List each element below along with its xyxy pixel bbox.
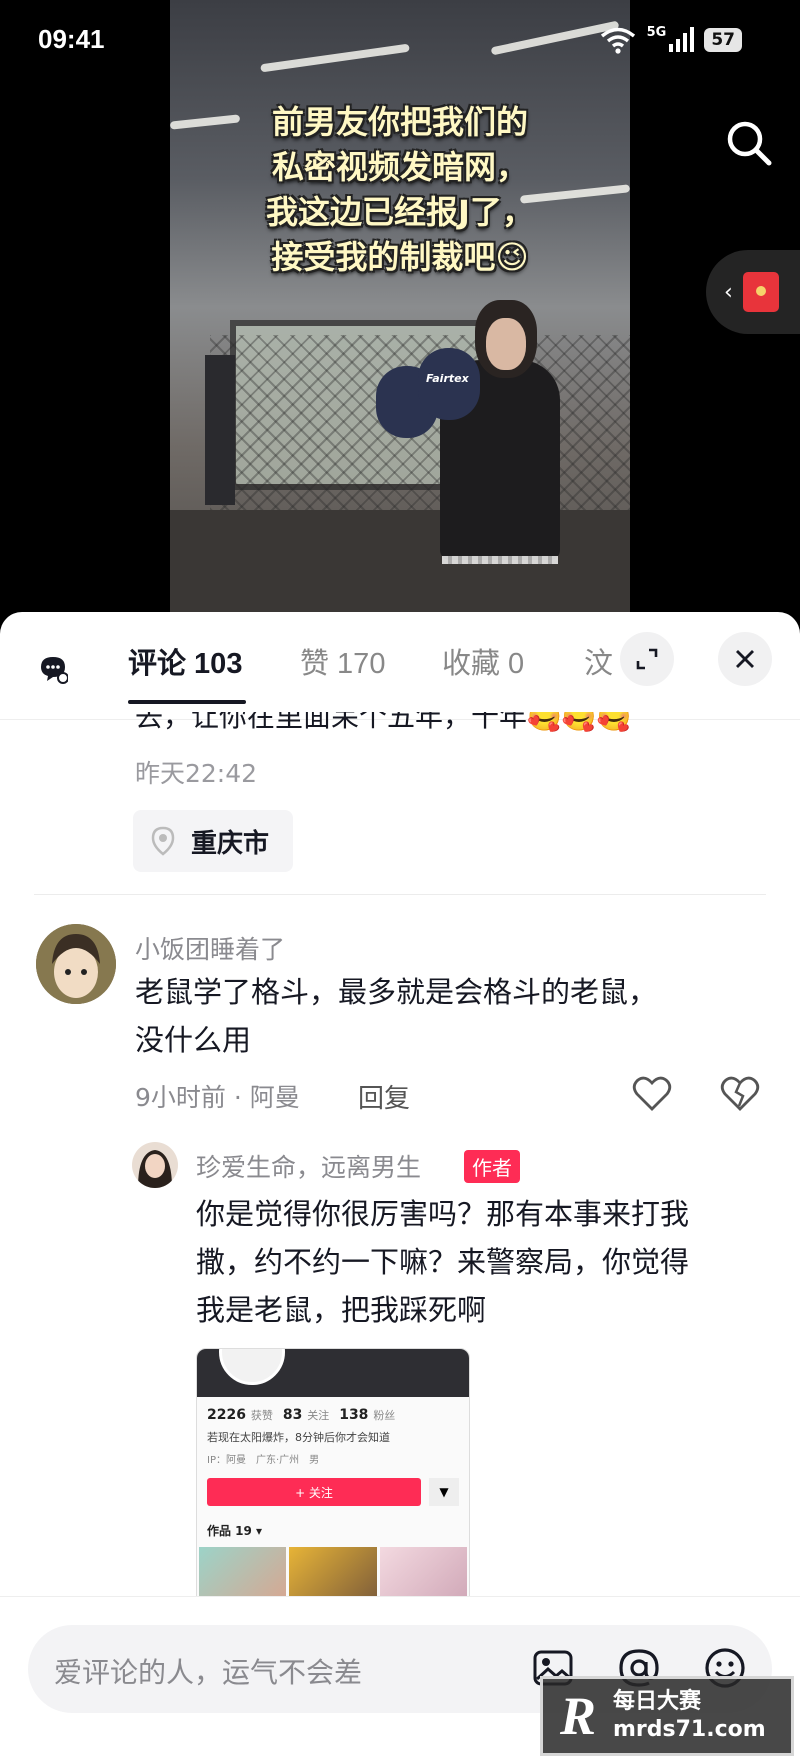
caption-line: 我这边已经报J了， — [266, 193, 534, 231]
status-time: 09:41 — [38, 24, 105, 54]
profile-ip: IP：阿曼 — [207, 1455, 246, 1466]
stat-label: 关注 — [307, 1409, 330, 1422]
reply-line: 你是觉得你很厉害吗？那有本事来打我 — [196, 1197, 690, 1231]
profile-avatar — [219, 1349, 285, 1385]
comment-username[interactable]: 小饭团睡着了 — [135, 930, 285, 966]
previous-comment-line: 去，让你在里面呆个五年，十年🥰🥰🥰 — [135, 712, 632, 733]
tab-likes[interactable]: 赞 170 — [300, 640, 385, 682]
caption-line: 私密视频发暗网， — [271, 148, 528, 186]
active-tab-indicator — [128, 700, 246, 704]
location-label: 重庆市 — [191, 828, 270, 859]
app-screen: Fairtex 前男友你把我们的 私密视频发暗网， 我这边已经报J了， 接受我的… — [0, 0, 800, 1762]
comment-line: 老鼠学了格斗，最多就是会格斗的老鼠， — [135, 975, 658, 1009]
previous-comment-text: 去，让你在里面呆个五年，十年🥰🥰🥰 — [135, 712, 735, 734]
location-chip[interactable]: 重庆市 — [133, 810, 294, 872]
tab-comments[interactable]: 评论 103 — [128, 640, 242, 682]
tab-favorites[interactable]: 收藏 0 — [442, 640, 524, 682]
battery-indicator: 57 — [704, 28, 742, 52]
stat-label: 获赞 — [250, 1409, 273, 1422]
search-icon[interactable] — [724, 118, 774, 168]
caption-line: 接受我的制裁吧😉 — [271, 238, 529, 276]
profile-follow-button: + 关注 — [207, 1478, 421, 1506]
close-button[interactable] — [718, 632, 772, 686]
comment-settings-icon[interactable] — [38, 654, 68, 684]
location-pin-icon — [151, 826, 175, 856]
comment-text: 老鼠学了格斗，最多就是会格斗的老鼠， 没什么用 — [135, 968, 657, 1064]
signal-icon — [669, 27, 695, 52]
red-packet-button[interactable]: ‹ — [706, 250, 800, 334]
reply-username[interactable]: 珍爱生命，远离男生 — [196, 1148, 421, 1184]
profile-works-label: 作品 19 ▾ — [207, 1524, 263, 1538]
expand-icon — [636, 648, 658, 670]
comment-input-placeholder: 爱评论的人，运气不会差 — [54, 1656, 363, 1689]
profile-gender: 男 — [309, 1455, 320, 1466]
stat-item: 2226 获赞 — [207, 1407, 273, 1423]
reply-text: 你是觉得你很厉害吗？那有本事来打我 撒，约不约一下嘛？来警察局，你觉得 我是老鼠… — [196, 1190, 689, 1334]
profile-header — [197, 1349, 469, 1397]
author-avatar-illustration — [132, 1142, 178, 1188]
dislike-broken-heart-icon[interactable] — [720, 1076, 760, 1112]
comment-panel: 评论 103 赞 170 收藏 0 汶 去，让你在里面呆个五年，十年🥰🥰🥰 昨天… — [0, 612, 800, 1762]
watermark-text: 每日大赛 mrds71.com — [613, 1688, 766, 1744]
video-frame[interactable]: Fairtex 前男友你把我们的 私密视频发暗网， 我这边已经报J了， 接受我的… — [170, 0, 630, 640]
profile-bio: 若现在太阳爆炸，8分钟后你才会知道 — [207, 1431, 390, 1444]
profile-dropdown-button: ▼ — [429, 1478, 459, 1506]
comment-line: 没什么用 — [135, 1023, 252, 1057]
glove-brand-label: Fairtex — [426, 372, 469, 385]
avatar[interactable] — [36, 924, 116, 1004]
gym-banner — [205, 355, 235, 505]
divider — [34, 894, 766, 895]
shirt-hem — [442, 556, 558, 564]
profile-ip-row: IP：阿曼 广东·广州 男 — [197, 1449, 469, 1468]
watermark-url: mrds71.com — [613, 1717, 766, 1742]
wifi-icon — [600, 27, 635, 54]
comment-meta: 9小时前 · 阿曼 — [135, 1083, 300, 1112]
reply-button[interactable]: 回复 — [358, 1078, 410, 1115]
watermark-letter: R — [559, 1686, 597, 1746]
profile-region: 广东·广州 — [255, 1455, 300, 1466]
stat-number: 83 — [282, 1407, 303, 1423]
expand-button[interactable] — [620, 632, 674, 686]
video-caption-overlay: 前男友你把我们的 私密视频发暗网， 我这边已经报J了， 接受我的制裁吧😉 — [190, 100, 610, 280]
watermark-title: 每日大赛 — [613, 1689, 702, 1714]
watermark-logo: R 每日大赛 mrds71.com — [540, 1676, 794, 1756]
avatar-illustration — [36, 924, 116, 1004]
ceiling-light — [260, 43, 410, 73]
video-player[interactable]: Fairtex 前男友你把我们的 私密视频发暗网， 我这边已经报J了， 接受我的… — [0, 0, 800, 640]
stat-item: 138 粉丝 — [339, 1407, 395, 1423]
like-heart-icon[interactable] — [632, 1076, 672, 1112]
stat-number: 2226 — [207, 1407, 246, 1423]
author-badge: 作者 — [464, 1150, 520, 1183]
network-label: 5G — [646, 24, 667, 40]
profile-stats: 2226 获赞 83 关注 138 粉丝 — [197, 1397, 469, 1425]
stat-label: 粉丝 — [373, 1409, 396, 1422]
avatar[interactable] — [132, 1142, 178, 1188]
stat-item: 83 关注 — [283, 1407, 329, 1423]
reply-line: 我是老鼠，把我踩死啊 — [196, 1293, 487, 1327]
status-icons: 5G 57 — [599, 24, 742, 54]
profile-follow-row: + 关注 ▼ — [207, 1478, 459, 1506]
caption-line: 前男友你把我们的 — [271, 103, 528, 141]
comment-tabs: 评论 103 赞 170 收藏 0 汶 — [0, 612, 800, 720]
stat-number: 138 — [339, 1407, 369, 1423]
red-packet-icon — [742, 272, 779, 312]
boxer-face — [486, 318, 526, 370]
previous-comment-time: 昨天22:42 — [135, 759, 258, 788]
tab-more[interactable]: 汶 — [584, 640, 613, 682]
reply-line: 撒，约不约一下嘛？来警察局，你觉得 — [196, 1245, 690, 1279]
chevron-left-icon: ‹ — [724, 279, 733, 305]
close-icon — [736, 650, 754, 668]
